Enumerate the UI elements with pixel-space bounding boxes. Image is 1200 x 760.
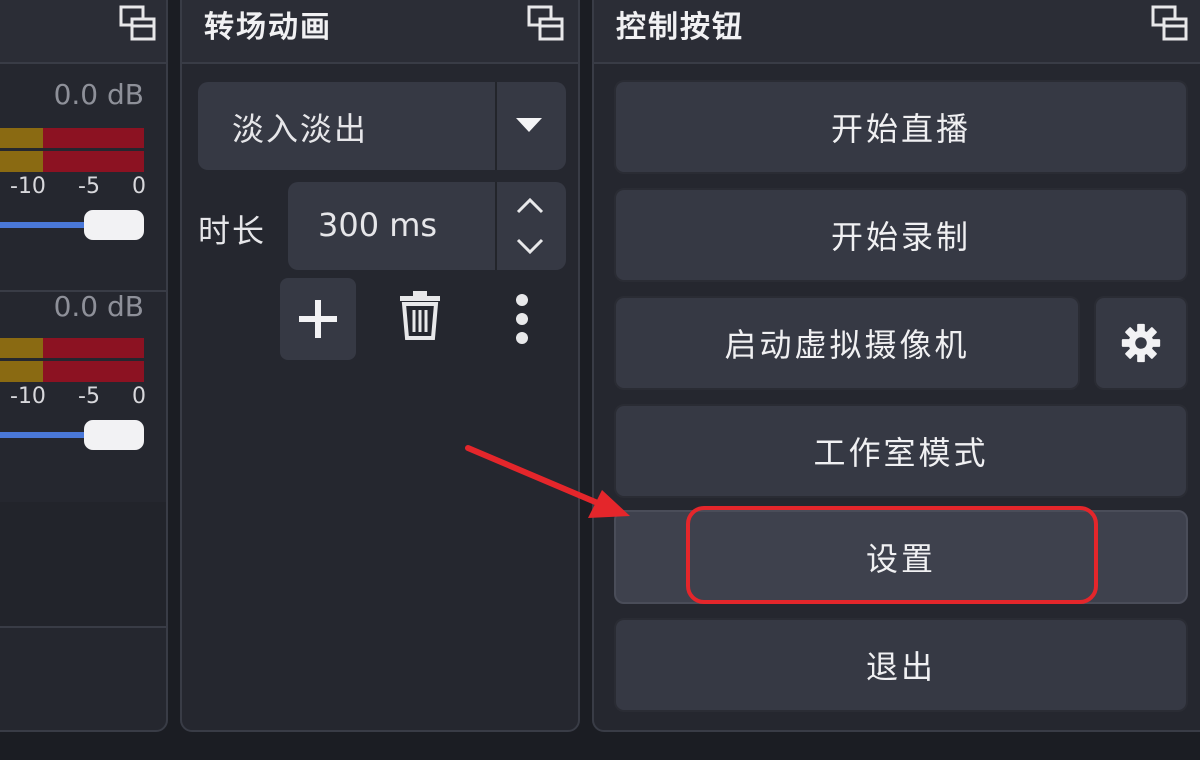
volume-slider-handle[interactable]: [84, 420, 144, 450]
start-virtual-camera-button[interactable]: 启动虚拟摄像机: [614, 296, 1080, 390]
duration-spinbox[interactable]: 300 ms: [288, 182, 566, 270]
annotation-arrow: [465, 445, 630, 518]
controls-dock: 控制按钮 开始直播 开始录制 启动虚拟摄像机 工作室模式 设置 退出: [592, 0, 1200, 732]
plus-icon: [299, 300, 337, 338]
meter-tick: -10: [10, 174, 46, 199]
transition-select[interactable]: 淡入淡出: [198, 82, 566, 170]
meter-ticks: -10 -5 0: [10, 384, 146, 409]
controls-titlebar: 控制按钮: [594, 0, 1200, 64]
volume-meter: [0, 128, 144, 172]
mixer-channel-1: 0.0 dB -10 -5 0: [0, 62, 166, 292]
duration-value: 300 ms: [318, 206, 438, 244]
channel-db-readout: 0.0 dB: [53, 78, 144, 111]
start-recording-button[interactable]: 开始录制: [614, 188, 1188, 282]
virtual-camera-settings-button[interactable]: [1094, 296, 1188, 390]
transitions-titlebar: 转场动画: [182, 0, 578, 64]
meter-tick: -5: [78, 174, 100, 199]
trash-icon: [400, 291, 440, 340]
transition-menu-button[interactable]: [484, 278, 560, 360]
gear-icon: [1121, 323, 1161, 363]
undock-icon[interactable]: [526, 4, 566, 44]
channel-db-readout: 0.0 dB: [53, 290, 144, 323]
undock-icon[interactable]: [1150, 4, 1190, 44]
transitions-dock: 转场动画 淡入淡出 时长 300 ms: [180, 0, 580, 732]
meter-tick: -10: [10, 384, 46, 409]
chevron-down-icon[interactable]: [506, 226, 554, 266]
meter-tick: 0: [132, 174, 146, 199]
transition-select-value: 淡入淡出: [232, 110, 369, 148]
status-strip: [0, 744, 1200, 760]
mixer-channel-2: 0.0 dB -10 -5 0: [0, 290, 166, 522]
chevron-up-icon[interactable]: [506, 186, 554, 226]
meter-ticks: -10 -5 0: [10, 174, 146, 199]
meter-tick: 0: [132, 384, 146, 409]
duration-label: 时长: [198, 212, 267, 250]
chevron-down-icon: [516, 118, 542, 132]
volume-slider-handle[interactable]: [84, 210, 144, 240]
dock-title: 转场动画: [204, 10, 332, 45]
settings-highlight-box: [686, 506, 1098, 604]
mixer-empty-area: [0, 502, 166, 628]
studio-mode-button[interactable]: 工作室模式: [614, 404, 1188, 498]
add-transition-button[interactable]: [280, 278, 356, 360]
volume-meter: [0, 338, 144, 382]
dock-title: 控制按钮: [616, 10, 744, 45]
start-streaming-button[interactable]: 开始直播: [614, 80, 1188, 174]
more-vertical-icon: [516, 294, 528, 344]
exit-button[interactable]: 退出: [614, 618, 1188, 712]
undock-icon[interactable]: [118, 4, 158, 44]
meter-tick: -5: [78, 384, 100, 409]
audio-mixer-dock: 0.0 dB -10 -5 0 0.0 dB -10 -5 0: [0, 0, 168, 732]
remove-transition-button[interactable]: [382, 278, 458, 360]
